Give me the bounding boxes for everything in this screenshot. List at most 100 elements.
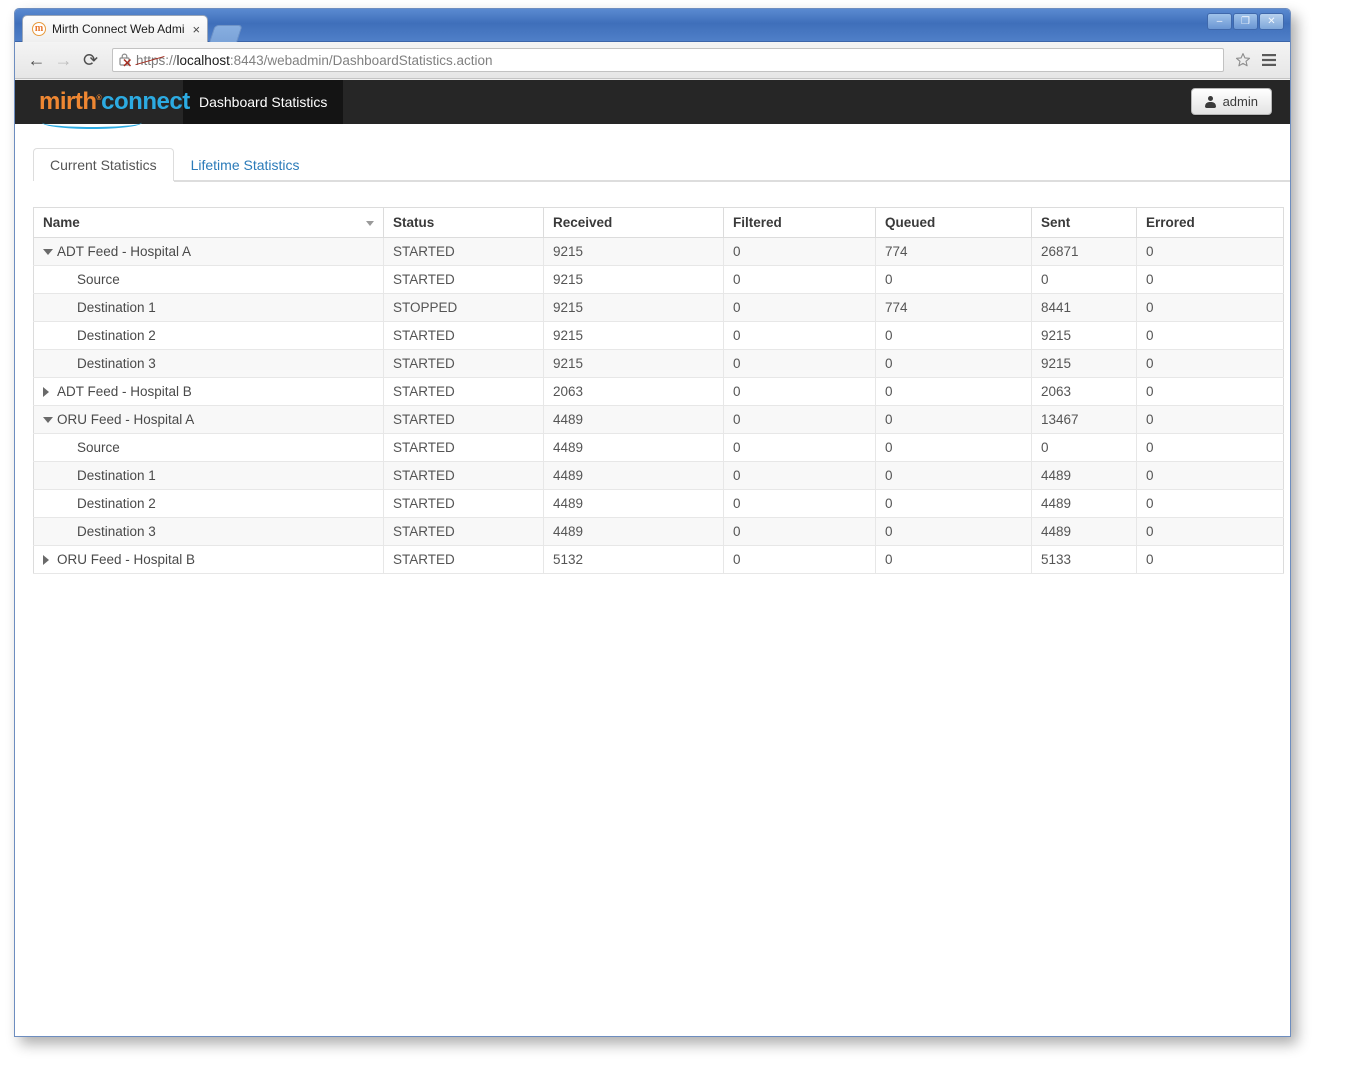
user-menu-button[interactable]: admin bbox=[1190, 88, 1272, 115]
channel-name-label: Destination 1 bbox=[77, 300, 156, 315]
collapse-triangle-icon[interactable] bbox=[43, 416, 57, 423]
cell-name: ADT Feed - Hospital A bbox=[33, 237, 384, 266]
cell-errored: 0 bbox=[1136, 237, 1284, 266]
cell-errored: 0 bbox=[1136, 461, 1284, 490]
cell-filtered: 0 bbox=[723, 349, 876, 378]
table-row[interactable]: ORU Feed - Hospital A STARTED 4489 0 0 13467 0 bbox=[33, 405, 1284, 434]
table-row[interactable]: ADT Feed - Hospital A STARTED 9215 0 774 2687… bbox=[33, 237, 1284, 266]
back-icon[interactable]: ← bbox=[23, 47, 50, 74]
expand-triangle-icon[interactable] bbox=[43, 386, 57, 397]
cell-status: STARTED bbox=[383, 265, 544, 294]
cell-sent: 4489 bbox=[1031, 517, 1137, 546]
cell-queued: 0 bbox=[875, 433, 1032, 462]
column-header-queued[interactable]: Queued bbox=[875, 207, 1032, 238]
cell-errored: 0 bbox=[1136, 321, 1284, 350]
cell-status: STARTED bbox=[383, 433, 544, 462]
cell-name: ORU Feed - Hospital B bbox=[33, 545, 384, 574]
reload-icon[interactable]: ⟳ bbox=[77, 47, 104, 74]
cell-name: Source bbox=[33, 265, 384, 294]
browser-tab[interactable]: m Mirth Connect Web Admi × bbox=[22, 15, 209, 42]
cell-sent: 5133 bbox=[1031, 545, 1137, 574]
browser-menu-icon[interactable] bbox=[1256, 47, 1282, 73]
expand-triangle-icon[interactable] bbox=[43, 554, 57, 565]
browser-window: m Mirth Connect Web Admi × – ❐ ✕ ← → ⟳:… bbox=[14, 8, 1291, 1037]
table-row[interactable]: Destination 2 STARTED 9215 0 0 9215 0 bbox=[33, 321, 1284, 350]
cell-filtered: 0 bbox=[723, 237, 876, 266]
cell-queued: 0 bbox=[875, 461, 1032, 490]
url-path: :8443/webadmin/DashboardStatistics.actio… bbox=[229, 52, 493, 68]
logo-swoosh bbox=[42, 116, 142, 129]
cell-name: Destination 3 bbox=[33, 349, 384, 378]
broken-lock-icon[interactable] bbox=[119, 53, 132, 67]
browser-toolbar: ← → ⟳ https :// localhost :8443/webadmin… bbox=[15, 42, 1290, 79]
cell-queued: 0 bbox=[875, 377, 1032, 406]
collapse-triangle-icon[interactable] bbox=[43, 248, 57, 255]
address-bar[interactable]: https :// localhost :8443/webadmin/Dashb… bbox=[112, 48, 1224, 72]
cell-queued: 0 bbox=[875, 321, 1032, 350]
cell-errored: 0 bbox=[1136, 433, 1284, 462]
cell-sent: 9215 bbox=[1031, 349, 1137, 378]
column-header-filtered[interactable]: Filtered bbox=[723, 207, 876, 238]
channel-name-label: Source bbox=[77, 272, 120, 287]
cell-received: 5132 bbox=[543, 545, 724, 574]
table-row[interactable]: Destination 3 STARTED 4489 0 0 4489 0 bbox=[33, 517, 1284, 546]
url-separator: :// bbox=[165, 52, 177, 68]
cell-received: 4489 bbox=[543, 433, 724, 462]
cell-queued: 774 bbox=[875, 293, 1032, 322]
cell-filtered: 0 bbox=[723, 265, 876, 294]
user-name-label: admin bbox=[1222, 94, 1258, 109]
cell-received: 9215 bbox=[543, 349, 724, 378]
cell-queued: 0 bbox=[875, 349, 1032, 378]
forward-icon[interactable]: → bbox=[50, 47, 77, 74]
cell-name: ORU Feed - Hospital A bbox=[33, 405, 384, 434]
url-host: localhost bbox=[176, 52, 230, 68]
cell-filtered: 0 bbox=[723, 545, 876, 574]
cell-filtered: 0 bbox=[723, 489, 876, 518]
mirth-connect-logo: mirth®connect bbox=[15, 90, 190, 129]
cell-received: 9215 bbox=[543, 237, 724, 266]
column-header-received[interactable]: Received bbox=[543, 207, 724, 238]
table-row[interactable]: Destination 1 STARTED 4489 0 0 4489 0 bbox=[33, 461, 1284, 490]
table-row[interactable]: ORU Feed - Hospital B STARTED 5132 0 0 5133 0 bbox=[33, 545, 1284, 574]
column-header-name[interactable]: Name bbox=[33, 207, 384, 238]
cell-status: STARTED bbox=[383, 237, 544, 266]
table-row[interactable]: ADT Feed - Hospital B STARTED 2063 0 0 2063 0 bbox=[33, 377, 1284, 406]
cell-received: 9215 bbox=[543, 321, 724, 350]
column-header-name-label: Name bbox=[43, 215, 80, 230]
app-header: mirth®connect Dashboard Statistics admin bbox=[15, 80, 1290, 129]
tab-lifetime-statistics[interactable]: Lifetime Statistics bbox=[174, 148, 317, 181]
cell-sent: 2063 bbox=[1031, 377, 1137, 406]
channel-name-label: Source bbox=[77, 440, 120, 455]
table-row[interactable]: Source STARTED 9215 0 0 0 0 bbox=[33, 265, 1284, 294]
new-tab-button[interactable] bbox=[209, 25, 243, 42]
bookmark-star-icon[interactable] bbox=[1230, 47, 1256, 73]
channel-name-label: Destination 2 bbox=[77, 496, 156, 511]
table-row[interactable]: Destination 1 STOPPED 9215 0 774 8441 0 bbox=[33, 293, 1284, 322]
cell-sent: 26871 bbox=[1031, 237, 1137, 266]
column-header-errored[interactable]: Errored bbox=[1136, 207, 1284, 238]
person-icon bbox=[1204, 95, 1216, 108]
column-header-status[interactable]: Status bbox=[383, 207, 544, 238]
restore-button[interactable]: ❐ bbox=[1233, 13, 1258, 30]
cell-sent: 0 bbox=[1031, 433, 1137, 462]
cell-errored: 0 bbox=[1136, 377, 1284, 406]
table-row[interactable]: Source STARTED 4489 0 0 0 0 bbox=[33, 433, 1284, 462]
tab-current-statistics[interactable]: Current Statistics bbox=[33, 148, 174, 182]
statistics-table: Name Status Received Filtered Queued Sen… bbox=[33, 207, 1284, 574]
cell-sent: 0 bbox=[1031, 265, 1137, 294]
url-scheme: https bbox=[135, 53, 165, 68]
cell-errored: 0 bbox=[1136, 405, 1284, 434]
close-tab-icon[interactable]: × bbox=[193, 23, 201, 36]
cell-name: Destination 3 bbox=[33, 517, 384, 546]
minimize-button[interactable]: – bbox=[1207, 13, 1232, 30]
channel-name-label: ORU Feed - Hospital B bbox=[57, 552, 196, 567]
nav-item-dashboard-statistics[interactable]: Dashboard Statistics bbox=[183, 80, 344, 124]
table-row[interactable]: Destination 3 STARTED 9215 0 0 9215 0 bbox=[33, 349, 1284, 378]
close-window-button[interactable]: ✕ bbox=[1259, 13, 1284, 30]
sort-descending-icon bbox=[366, 220, 374, 226]
cell-status: STARTED bbox=[383, 349, 544, 378]
table-row[interactable]: Destination 2 STARTED 4489 0 0 4489 0 bbox=[33, 489, 1284, 518]
cell-queued: 0 bbox=[875, 545, 1032, 574]
browser-title-bar: m Mirth Connect Web Admi × – ❐ ✕ bbox=[15, 9, 1290, 42]
column-header-sent[interactable]: Sent bbox=[1031, 207, 1137, 238]
